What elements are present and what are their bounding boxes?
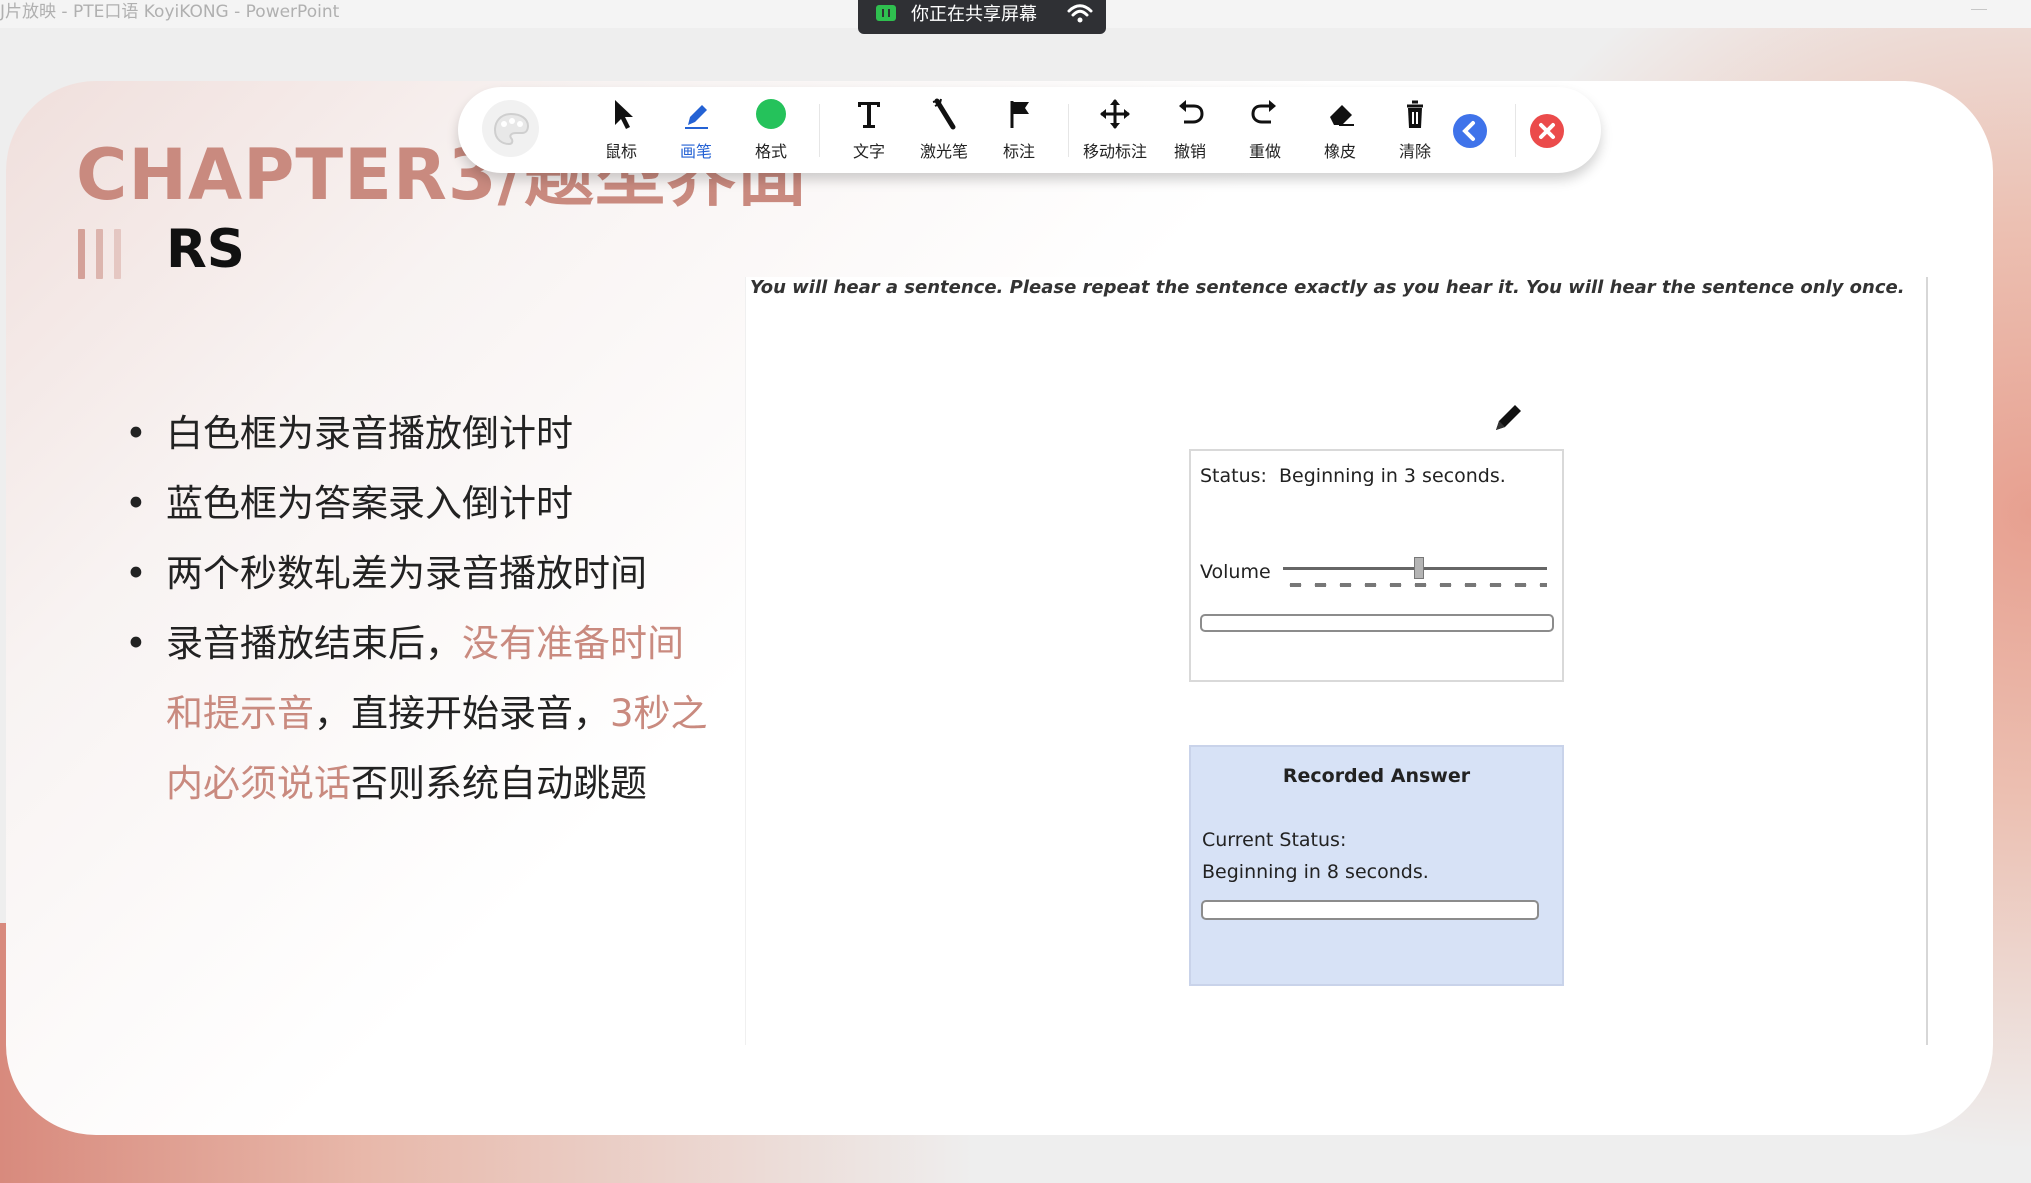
bullet-list: • 白色框为录音播放倒计时 • 蓝色框为答案录入倒计时 • 两个秒数轧差为录音播放时间…	[121, 399, 711, 819]
section-marker	[78, 229, 132, 279]
bullet-item: • 白色框为录音播放倒计时	[121, 399, 711, 469]
bullet-text: 两个秒数轧差为录音播放时间	[166, 552, 647, 595]
cursor-icon	[615, 100, 633, 129]
undo-icon	[1179, 100, 1204, 124]
pencil-icon	[1496, 405, 1521, 430]
move-icon	[1100, 99, 1130, 129]
section-marker-bar	[96, 229, 103, 279]
chevron-left-icon	[1462, 121, 1475, 141]
tool-label: 格式	[754, 142, 787, 161]
text-icon	[858, 102, 880, 128]
toolbar-separator	[819, 104, 820, 157]
collapse-toolbar-button[interactable]	[1453, 114, 1487, 148]
bullet-item: • 录音播放结束后，没有准备时间和提示音，直接开始录音，3秒之内必须说话否则系统…	[121, 609, 711, 819]
wifi-icon	[1067, 4, 1093, 23]
close-icon	[1539, 123, 1555, 139]
window-title: J片放映 - PTE口语 KoyiKONG - PowerPoint	[0, 2, 340, 22]
minimize-icon[interactable]	[1971, 9, 1987, 10]
volume-label: Volume	[1200, 561, 1271, 583]
bullet-item: • 蓝色框为答案录入倒计时	[121, 469, 711, 539]
tool-pen[interactable]: 画笔	[658, 87, 734, 173]
screen-share-icon	[876, 5, 896, 21]
tool-text[interactable]: 文字	[831, 87, 907, 173]
tool-annotate[interactable]: 标注	[981, 87, 1057, 173]
annotation-toolbar: 鼠标 画笔 格式 文字 激光笔 标注 移动标注 撤销 重做 橡皮 清除	[458, 87, 1601, 173]
bullet-dot: •	[125, 412, 147, 455]
bullet-text: 白色框为录音播放倒计时	[166, 412, 573, 455]
close-toolbar-button[interactable]	[1530, 114, 1564, 148]
screen-share-indicator[interactable]: 你正在共享屏幕	[858, 0, 1106, 34]
section-marker-bar	[114, 229, 121, 279]
flag-icon	[1010, 101, 1029, 128]
format-color-icon	[756, 99, 786, 129]
tool-move-annotation[interactable]: 移动标注	[1077, 87, 1153, 173]
recorded-answer-status-value: Beginning in 8 seconds.	[1202, 861, 1429, 883]
eraser-icon	[1330, 105, 1354, 126]
tool-laser-pointer[interactable]: 激光笔	[906, 87, 982, 173]
tool-format[interactable]: 格式	[733, 87, 809, 173]
playback-status-box: Status: Beginning in 3 seconds. Volume	[1189, 449, 1564, 682]
tool-label: 清除	[1398, 142, 1431, 161]
bullet-text-part: 录音播放结束后，	[166, 622, 462, 665]
volume-slider-ticks	[1283, 583, 1547, 587]
tool-clear[interactable]: 清除	[1377, 87, 1453, 173]
recorded-answer-title: Recorded Answer	[1282, 765, 1471, 787]
palette-icon[interactable]	[482, 100, 539, 157]
tool-eraser[interactable]: 橡皮	[1302, 87, 1378, 173]
bullet-text-part: 否则系统自动跳题	[351, 762, 647, 805]
screen-share-text: 你正在共享屏幕	[911, 4, 1037, 25]
volume-slider[interactable]	[1283, 555, 1547, 587]
bullet-dot: •	[125, 552, 147, 595]
pen-icon	[685, 105, 708, 129]
bullet-item: • 两个秒数轧差为录音播放时间	[121, 539, 711, 609]
tool-undo[interactable]: 撤销	[1152, 87, 1228, 173]
bullet-dot: •	[125, 622, 147, 665]
tool-label: 标注	[1002, 142, 1035, 161]
recorded-answer-status-label: Current Status:	[1202, 829, 1347, 851]
tool-redo[interactable]: 重做	[1227, 87, 1303, 173]
playback-progress-bar	[1200, 614, 1554, 632]
bullet-text: 蓝色框为答案录入倒计时	[166, 482, 573, 525]
toolbar-separator	[1515, 104, 1516, 157]
tool-cursor[interactable]: 鼠标	[583, 87, 659, 173]
recorded-answer-box: Recorded Answer Current Status: Beginnin…	[1189, 745, 1564, 986]
volume-slider-thumb[interactable]	[1414, 557, 1424, 579]
laser-pointer-icon	[932, 98, 956, 130]
recording-progress-bar	[1201, 900, 1539, 920]
section-marker-bar	[78, 229, 85, 279]
section-heading: RS	[166, 219, 245, 280]
redo-icon	[1251, 100, 1276, 124]
status-value: Beginning in 3 seconds.	[1279, 465, 1506, 487]
bullet-text-part: ，直接开始录音，	[314, 692, 610, 735]
status-label: Status:	[1200, 465, 1267, 487]
exam-screenshot-panel: You will hear a sentence. Please repeat …	[745, 277, 1928, 1045]
trash-icon	[1407, 100, 1423, 128]
presentation-slide: CHAPTER3/题型界面 RS • 白色框为录音播放倒计时 • 蓝色框为答案录入倒…	[6, 81, 1993, 1135]
exam-instruction: You will hear a sentence. Please repeat …	[750, 277, 1905, 298]
bullet-dot: •	[125, 482, 147, 525]
